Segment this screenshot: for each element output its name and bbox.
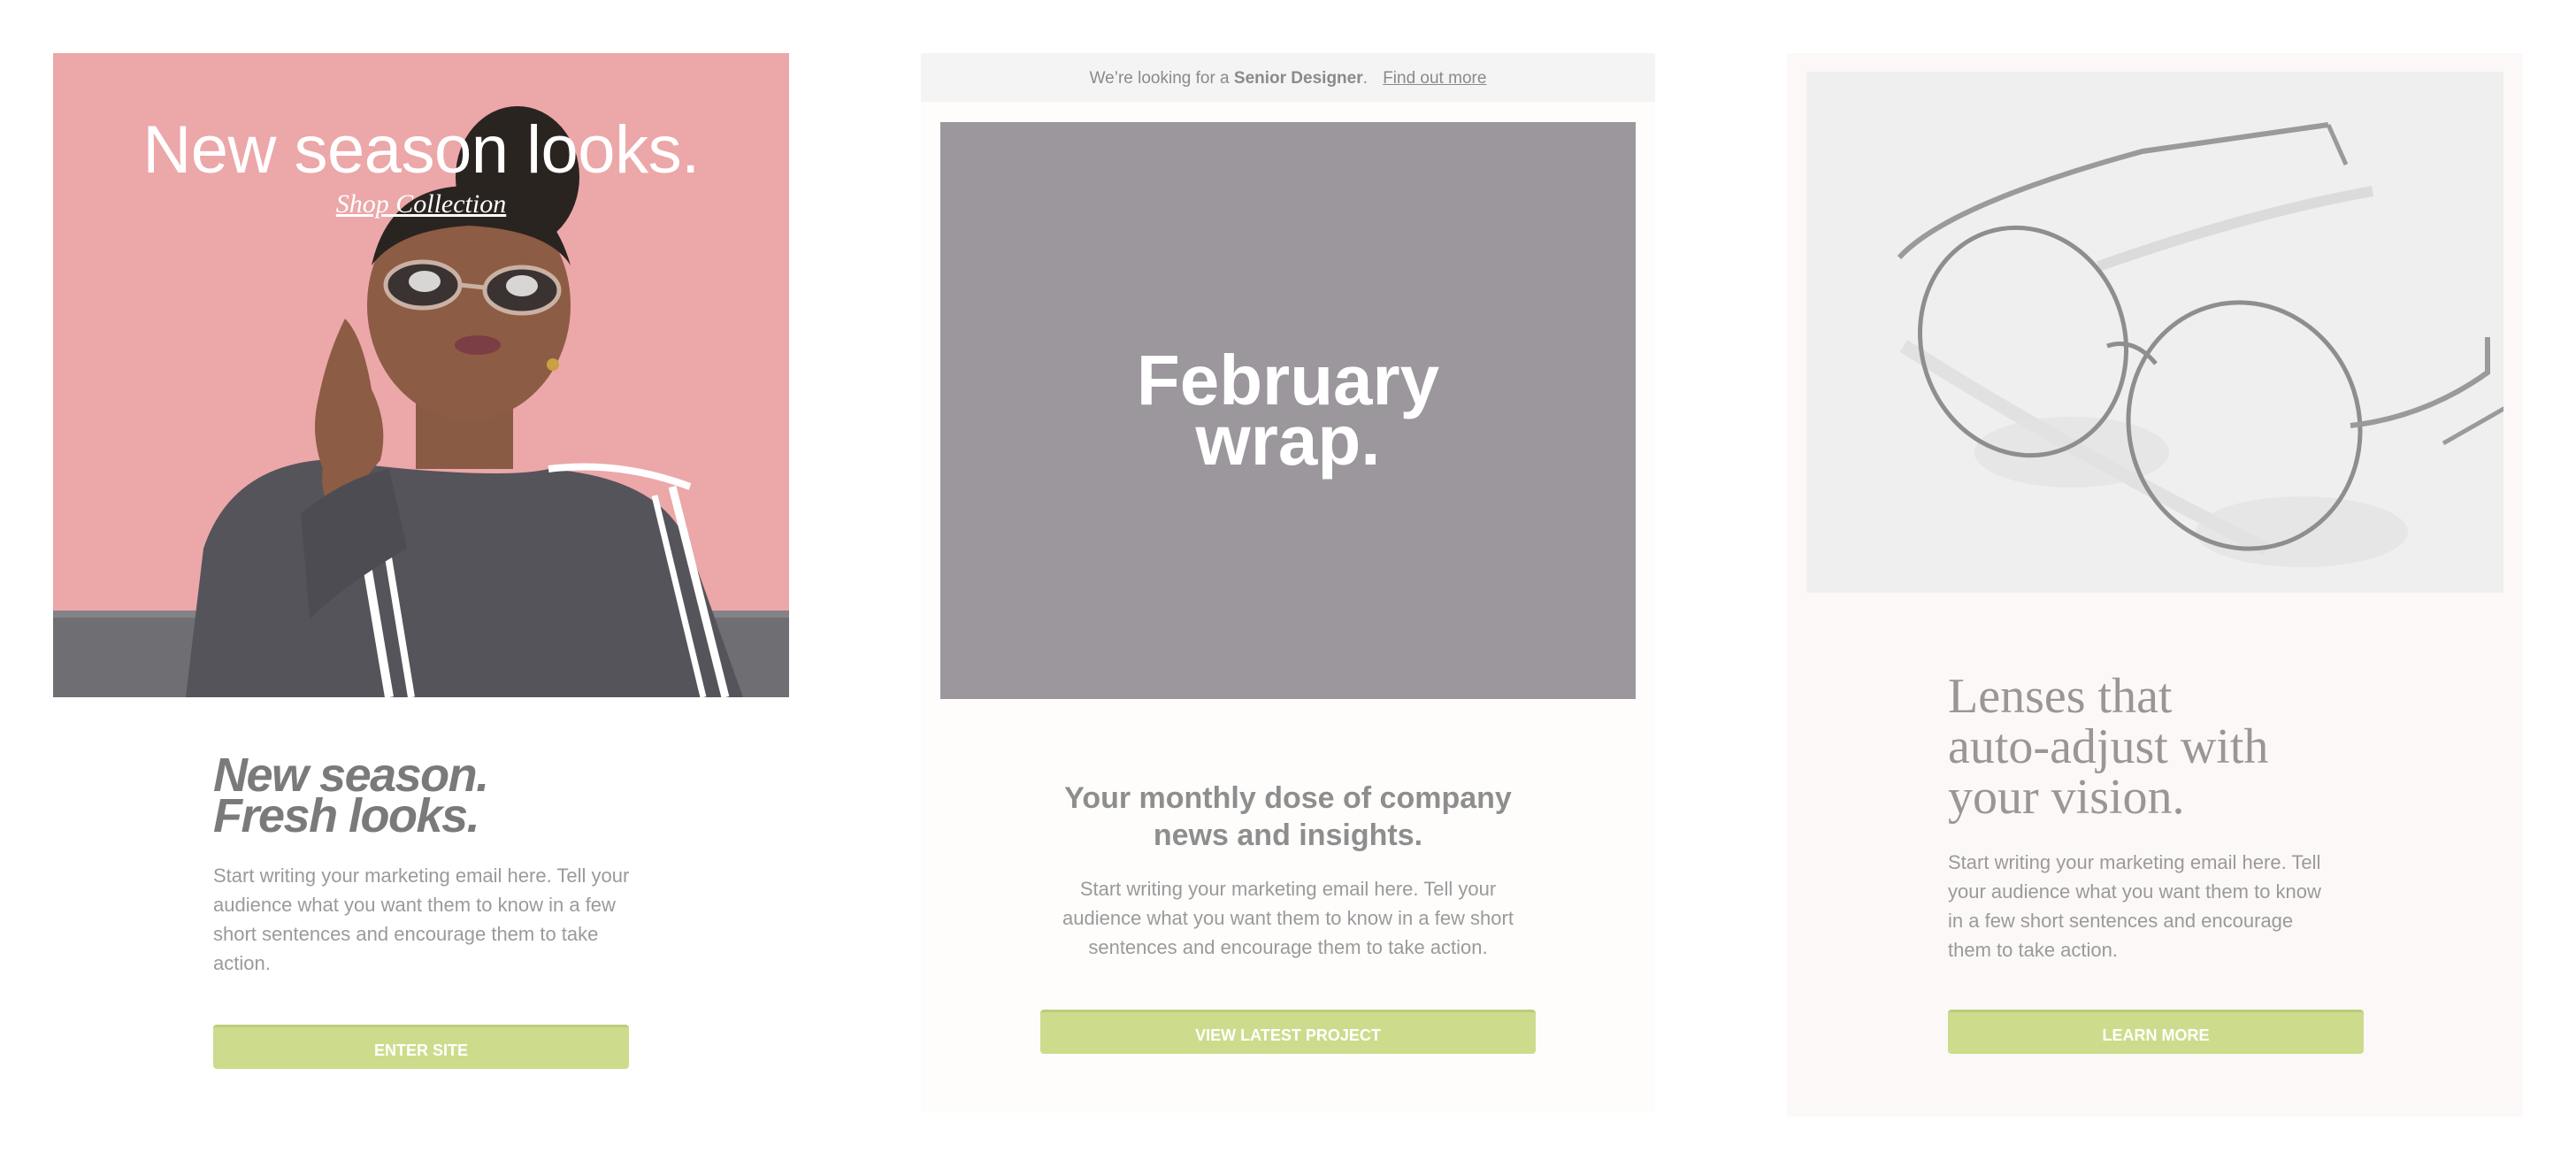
eyeglasses-photo xyxy=(1806,72,2503,593)
email-template-card-new-season[interactable]: New season looks. Shop Collection New se… xyxy=(53,53,789,1097)
card-headline: New season. Fresh looks. xyxy=(213,751,629,842)
banner-suffix: . xyxy=(1362,69,1368,88)
email-template-card-lenses[interactable]: Lenses that auto-adjust with your vision… xyxy=(1787,53,2523,1117)
hero-banner: February wrap. xyxy=(940,122,1636,699)
banner-prefix: We’re looking for a xyxy=(1089,69,1234,88)
email-template-card-february-wrap[interactable]: We’re looking for a Senior Designer. Fin… xyxy=(921,53,1655,1112)
headline-line: Fresh looks. xyxy=(213,789,480,842)
hero-title-line: wrap. xyxy=(1195,401,1381,480)
card-body-text: Start writing your marketing email here.… xyxy=(1948,851,2321,961)
banner-role: Senior Designer xyxy=(1233,69,1363,88)
hiring-banner: We’re looking for a Senior Designer. Fin… xyxy=(921,53,1655,102)
enter-site-button[interactable]: ENTER SITE xyxy=(213,1025,629,1069)
card-body-text: Start writing your marketing email here.… xyxy=(213,864,630,974)
eyeglasses-icon xyxy=(1897,122,2503,567)
headline-line: Lenses that xyxy=(1948,669,2173,724)
hero-title: February wrap. xyxy=(940,345,1636,480)
hero-title: New season looks. xyxy=(142,112,700,188)
view-latest-project-button[interactable]: VIEW LATEST PROJECT xyxy=(1040,1010,1536,1054)
learn-more-button[interactable]: LEARN MORE xyxy=(1948,1010,2364,1054)
card-body-text: Start writing your marketing email here.… xyxy=(1062,878,1514,958)
hero-banner: New season looks. Shop Collection xyxy=(53,53,789,697)
headline-line: your vision. xyxy=(1948,770,2185,825)
card-headline: Your monthly dose of company news and in… xyxy=(1064,781,1512,852)
find-out-more-link[interactable]: Find out more xyxy=(1383,69,1486,88)
headline-line: auto-adjust with xyxy=(1948,719,2269,774)
shop-collection-link[interactable]: Shop Collection xyxy=(53,189,789,219)
card-headline: Lenses that auto-adjust with your vision… xyxy=(1948,672,2364,823)
